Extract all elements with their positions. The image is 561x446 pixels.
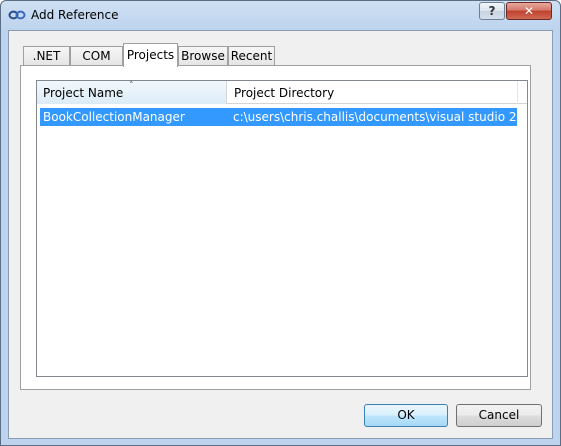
title-bar[interactable]: Add Reference ? ✕ [1, 1, 560, 30]
projects-tab-panel: ˄ Project Name Project Directory BookCol… [20, 65, 531, 390]
window-title: Add Reference [31, 8, 119, 22]
list-header: ˄ Project Name Project Directory [37, 81, 527, 104]
tab-recent[interactable]: Recent [228, 46, 275, 66]
sort-ascending-icon: ˄ [129, 81, 134, 91]
tab-dotnet[interactable]: .NET [23, 46, 70, 66]
ok-button[interactable]: OK [364, 404, 448, 427]
tab-projects[interactable]: Projects [123, 43, 178, 67]
cancel-button[interactable]: Cancel [456, 404, 542, 427]
close-icon: ✕ [523, 4, 535, 18]
project-name-cell: BookCollectionManager [43, 110, 185, 124]
list-item[interactable]: BookCollectionManager c:\users\chris.cha… [40, 108, 517, 126]
project-list[interactable]: ˄ Project Name Project Directory BookCol… [36, 80, 528, 377]
link-icon [8, 10, 26, 20]
column-header-label: Project Directory [234, 86, 335, 100]
project-directory-cell: c:\users\chris.challis\documents\visual … [233, 110, 516, 124]
column-header-project-name[interactable]: ˄ Project Name [37, 81, 227, 104]
column-header-project-directory[interactable]: Project Directory [228, 81, 518, 104]
dialog-client-area: .NET COM Projects Browse Recent ˄ Projec… [8, 30, 553, 439]
close-button[interactable]: ✕ [506, 2, 552, 20]
tab-com[interactable]: COM [70, 46, 123, 66]
help-button[interactable]: ? [479, 2, 505, 20]
column-header-label: Project Name [43, 86, 124, 100]
add-reference-dialog: Add Reference ? ✕ .NET COM Projects Brow… [0, 0, 561, 446]
tab-browse[interactable]: Browse [178, 46, 228, 66]
